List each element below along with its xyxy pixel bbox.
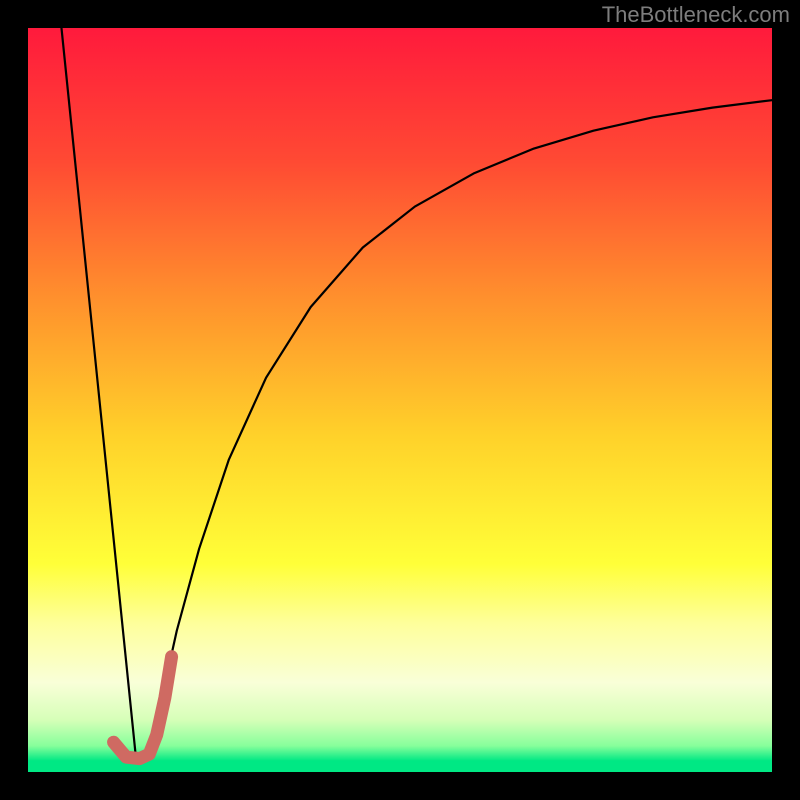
chart-frame: TheBottleneck.com (0, 0, 800, 800)
attribution-text: TheBottleneck.com (602, 2, 790, 28)
plot-background (28, 28, 772, 772)
bottleneck-chart (0, 0, 800, 800)
